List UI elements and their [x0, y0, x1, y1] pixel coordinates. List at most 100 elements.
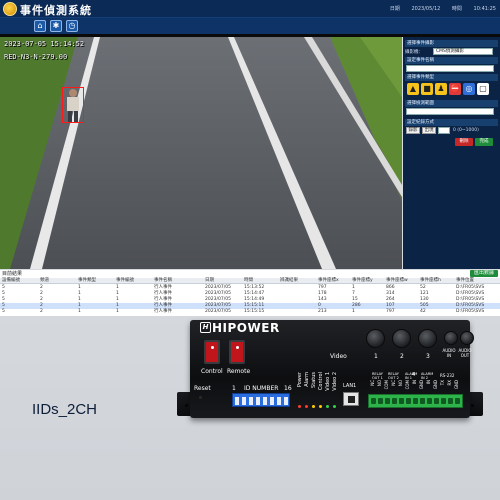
col-y: 事件座標y [352, 278, 373, 283]
camera-feed: 2023-07-05 15:14:52 RED-N3-N-279.00 [0, 37, 402, 269]
table-cell: 797 [386, 309, 395, 314]
video-3-connector [418, 329, 437, 348]
section-event-name: 設定事件名稱 [405, 57, 498, 64]
id-number-label: ID NUMBER [244, 385, 279, 392]
history-icon[interactable]: ◷ [66, 20, 78, 32]
count-input[interactable] [438, 127, 450, 134]
terminal-pin-label: COM [405, 380, 410, 390]
led-label-control: Control [318, 372, 324, 391]
settings-panel: 選擇事件攝影 攝影機： CMS偵測攝影 設定事件名稱 選擇事件類型 ▲ ■ ♟ … [403, 37, 500, 269]
date-label: 日期 [389, 6, 400, 12]
power-led [298, 405, 301, 408]
terminal-pin-label: NC [391, 380, 396, 386]
export-button[interactable]: 匯出數據 [470, 270, 498, 277]
col-type: 事件類型 [78, 278, 96, 283]
relay-out2-label: RELAY OUT 2 [388, 372, 399, 380]
delete-button[interactable]: 刪除 [455, 138, 473, 146]
col-path: 事件位置 [456, 278, 474, 283]
product-label: IIDs_2CH [32, 401, 98, 418]
table-cell: 2023/07/05 [205, 309, 231, 314]
camera-select[interactable]: CMS偵測攝影 [433, 48, 493, 55]
col-x: 事件座標x [318, 278, 339, 283]
video2-led [333, 405, 336, 408]
col-w: 事件座標w [386, 278, 408, 283]
output-toggle[interactable]: 出現 [422, 127, 436, 134]
id-dip-switch[interactable] [232, 393, 290, 407]
other-event-icon[interactable]: ▢ [477, 83, 489, 95]
rec-toggle[interactable]: 錄影 [406, 127, 420, 134]
app-logo-icon [3, 2, 17, 16]
video-1-connector [366, 329, 385, 348]
settings-icon[interactable]: ✱ [50, 20, 62, 32]
date-value: 2023/05/12 [411, 6, 441, 12]
video-num-3: 3 [426, 353, 430, 360]
terminal-pin-label: GND [454, 380, 459, 390]
section-event-type: 選擇事件類型 [405, 74, 498, 81]
table-row[interactable]: 5 2 1 1 行人事件 2023/07/05 15:15:15 213 1 797 42 D:\FR… [0, 309, 500, 315]
alarm-in2-label: ALARM IN 2 [421, 372, 434, 380]
table-header: 設備編號 頻道 事件類型 事件編號 事件名稱 日期 時間 辨識結果 事件座標x … [0, 278, 500, 284]
brand-logo-icon: H [200, 322, 211, 333]
terminal-pin-label: GND [433, 380, 438, 390]
led-label-video2: Video 2 [332, 372, 338, 391]
audio-out-label: AUDIO OUT [458, 348, 472, 358]
event-name-input[interactable] [406, 65, 494, 72]
event-table: 目前結果 匯出數據 設備編號 頻道 事件類型 事件編號 事件名稱 日期 時間 辨… [0, 270, 500, 316]
complete-button[interactable]: 完成 [475, 138, 493, 146]
detect-range-input[interactable] [406, 108, 494, 115]
col-time: 時間 [244, 278, 253, 283]
vehicle-event-icon[interactable]: ▲ [407, 83, 419, 95]
col-event-id: 事件編號 [116, 278, 134, 283]
led-label-alarm: Alarm [304, 372, 310, 387]
video1-led [326, 405, 329, 408]
col-h: 事件座標h [420, 278, 441, 283]
time-value: 10:41:25 [473, 6, 496, 12]
toolbar: ⌂ ✱ ◷ [0, 18, 500, 34]
video-num-1: 1 [374, 353, 378, 360]
audio-out-connector [460, 331, 474, 345]
title-bar: 事件偵測系統 日期 2023/05/12 時間 10:41:25 [0, 0, 500, 18]
status-led [312, 405, 315, 408]
home-icon[interactable]: ⌂ [34, 20, 46, 32]
section-record: 設定紀錄方式 [405, 119, 498, 126]
terminal-pin-label: NC [370, 380, 375, 386]
terminal-pin-label: NO [377, 380, 382, 387]
terminal-pin-label: IN [412, 380, 417, 385]
screen: 事件偵測系統 日期 2023/05/12 時間 10:41:25 ⌂ ✱ ◷ 2… [0, 0, 500, 500]
brand-name: HIPOWER [212, 321, 280, 335]
alarm-led [305, 405, 308, 408]
video-label: Video [330, 353, 347, 360]
col-device: 設備編號 [2, 278, 20, 283]
stop-event-icon[interactable]: ■ [421, 83, 433, 95]
col-event-name: 事件名稱 [154, 278, 172, 283]
terminal-pin-label: NO [398, 380, 403, 387]
road-scene [0, 37, 402, 269]
lan-label: LAN1 [343, 383, 357, 389]
section-detect-range: 選擇檢測範圍 [405, 100, 498, 107]
led-label-video1: Video 1 [325, 372, 331, 391]
pedestrian-event-icon[interactable]: ♟ [435, 83, 447, 95]
app-title: 事件偵測系統 [20, 4, 92, 17]
wrong-way-event-icon[interactable]: ⛔ [449, 83, 461, 95]
control-switch[interactable] [204, 340, 220, 364]
table-cell: D:\FR05\SVS [456, 309, 485, 314]
remote-switch[interactable] [229, 340, 245, 364]
detection-box [62, 87, 84, 123]
relay-out1-label: RELAY OUT 1 [372, 372, 383, 380]
smoke-event-icon[interactable]: ◎ [463, 83, 475, 95]
table-cell: 5 [2, 309, 5, 314]
table-cell: 1 [352, 309, 355, 314]
table-cell: 1 [78, 309, 81, 314]
control-label: Control [201, 368, 223, 375]
col-date: 日期 [205, 278, 214, 283]
terminal-pin-label: IN [426, 380, 431, 385]
rs232-label: RS-232 [440, 373, 455, 378]
table-title: 目前結果 [2, 271, 23, 277]
reset-button[interactable] [199, 396, 202, 399]
id-start: 1 [232, 385, 236, 392]
section-camera: 選擇事件攝影 [405, 40, 498, 47]
audio-in-connector [444, 331, 458, 345]
time-label: 時間 [451, 6, 462, 12]
osd-timestamp: 2023-07-05 15:14:52 [4, 40, 85, 48]
table-cell: 15:15:15 [244, 309, 265, 314]
